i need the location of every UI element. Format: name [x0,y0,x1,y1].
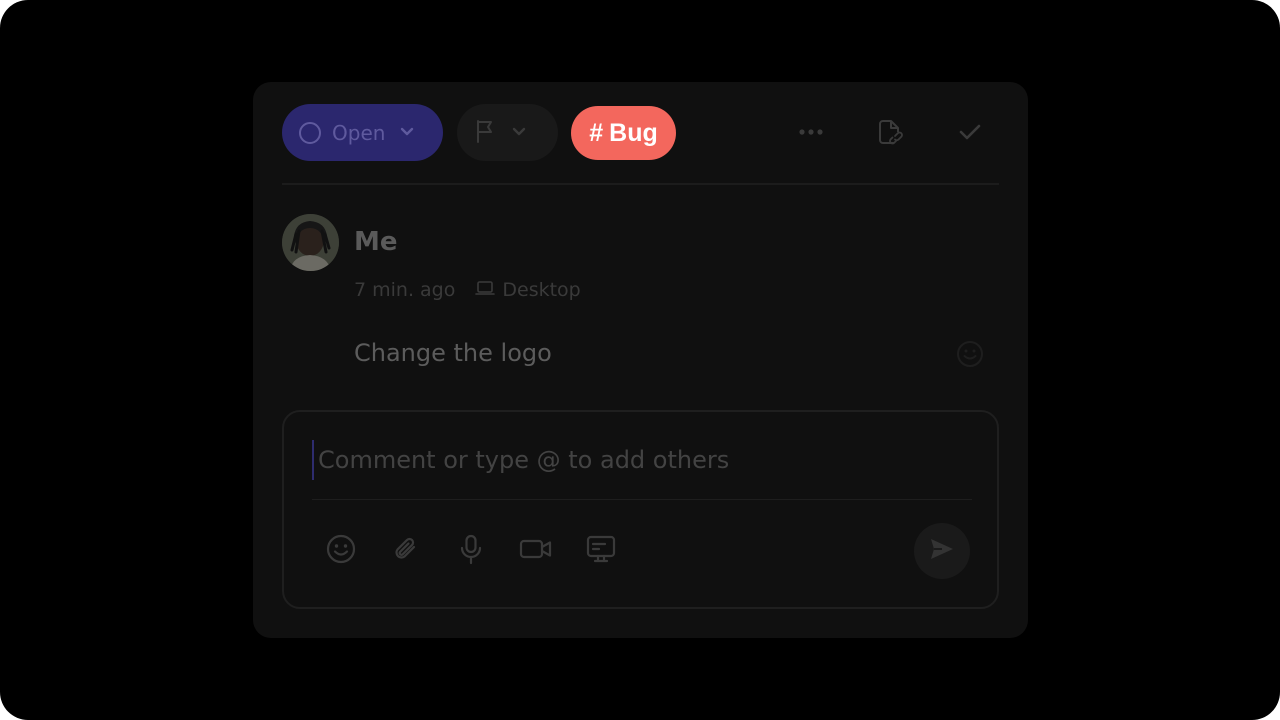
task-comment-card: Open # Bug Me 7 min. ago Desktop Change … [253,82,1028,638]
more-icon[interactable] [795,116,827,148]
check-icon[interactable] [954,116,986,148]
status-circle-icon [299,121,321,144]
emoji-icon[interactable] [324,532,358,566]
microphone-icon[interactable] [454,532,488,566]
device-label: Desktop [502,279,581,301]
status-label: Open [332,120,386,145]
file-link-icon[interactable] [874,116,906,148]
tag-label: Bug [609,118,658,147]
flag-icon [473,118,497,148]
chevron-down-icon [510,122,528,144]
comment-meta: 7 min. ago Desktop [354,278,581,302]
add-reaction-icon[interactable] [955,339,985,369]
laptop-icon [475,278,496,302]
toolbar-divider [282,183,999,185]
comment-time: 7 min. ago [354,279,456,301]
device-info: Desktop [475,278,581,302]
video-icon[interactable] [519,532,553,566]
tag-badge[interactable]: # Bug [571,106,676,160]
priority-dropdown[interactable] [457,104,558,161]
comment-input[interactable] [312,440,958,480]
send-button[interactable] [914,523,970,579]
status-dropdown[interactable]: Open [282,104,443,161]
tag-hash-symbol: # [589,118,604,147]
comment-composer [282,410,999,609]
send-icon [929,536,955,566]
app-screen: Open # Bug Me 7 min. ago Desktop Change … [0,0,1280,720]
avatar[interactable] [282,214,339,271]
chevron-down-icon [398,121,416,145]
composer-divider [312,499,972,500]
screen-icon[interactable] [584,532,618,566]
comment-author[interactable]: Me [354,225,398,259]
comment-text: Change the logo [354,339,552,367]
attachment-icon[interactable] [389,532,423,566]
